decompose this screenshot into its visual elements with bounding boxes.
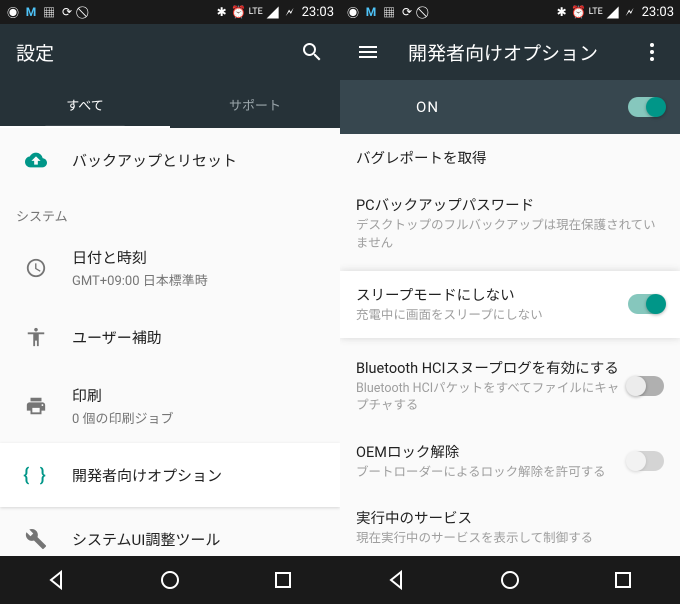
item-developer-options[interactable]: { } 開発者向けオプション — [0, 443, 340, 507]
accessibility-icon — [25, 326, 47, 348]
app-bar: 設定 — [0, 24, 340, 80]
item-sublabel: 現在実行中のサービスを表示して制御する — [356, 530, 664, 548]
signal-icon: ◢ — [606, 5, 620, 19]
item-sublabel: GMT+09:00 日本標準時 — [72, 270, 324, 289]
tabs: すべて サポート — [0, 80, 340, 128]
block-icon: ⃠ — [78, 5, 92, 19]
app-bar: 開発者向けオプション — [340, 24, 680, 80]
item-label: PCバックアップパスワード — [356, 194, 664, 215]
braces-icon: { } — [23, 465, 48, 486]
wrench-icon — [25, 528, 47, 550]
tab-all[interactable]: すべて — [0, 80, 170, 128]
page-title: 設定 — [16, 39, 300, 66]
clock: 23:03 — [642, 5, 674, 20]
item-oem-unlock[interactable]: OEMロック解除ブートローダーによるロック解除を許可する — [340, 428, 680, 495]
bluetooth-icon: ✱ — [555, 5, 569, 19]
item-label: ユーザー補助 — [72, 327, 324, 348]
sync-icon: ⟳ — [60, 5, 74, 19]
back-button[interactable] — [385, 568, 409, 592]
notif-icon: ◉ — [6, 5, 20, 19]
lte-icon: LTE — [249, 5, 263, 19]
photo-icon: ▦ — [42, 5, 56, 19]
item-bug-report[interactable]: バグレポートを取得 — [340, 134, 680, 181]
photo-icon: ▦ — [382, 5, 396, 19]
item-sublabel: デスクトップのフルバックアップは現在保護されていません — [356, 217, 664, 252]
back-button[interactable] — [45, 568, 69, 592]
item-label: システムUI調整ツール — [72, 529, 324, 550]
item-backup-reset[interactable]: バックアップとリセット — [0, 128, 340, 192]
settings-screen: ◉ M ▦ ⟳ ⃠ ✱ ⏰ LTE ◢ 🗲 23:03 設定 すべて サポート … — [0, 0, 340, 604]
cloud-icon — [25, 149, 47, 171]
hamburger-icon — [356, 40, 380, 64]
developer-options-screen: ◉ M ▦ ⟳ ⃠ ✱ ⏰ LTE ◢ 🗲 23:03 開発者向けオプション O… — [340, 0, 680, 604]
developer-list: バグレポートを取得 PCバックアップパスワードデスクトップのフルバックアップは現… — [340, 134, 680, 556]
item-label: 実行中のサービス — [356, 507, 664, 528]
item-sublabel: 充電中に画面をスリープにしない — [356, 307, 628, 325]
item-label: OEMロック解除 — [356, 441, 628, 462]
settings-list: バックアップとリセット システム 日付と時刻 GMT+09:00 日本標準時 ユー… — [0, 128, 340, 556]
item-date-time[interactable]: 日付と時刻 GMT+09:00 日本標準時 — [0, 231, 340, 305]
lte-icon: LTE — [589, 5, 603, 19]
battery-charging-icon: 🗲 — [283, 5, 297, 19]
item-label: 印刷 — [72, 385, 324, 406]
master-toggle-row[interactable]: ON — [340, 80, 680, 134]
status-bar: ◉ M ▦ ⟳ ⃠ ✱ ⏰ LTE ◢ 🗲 23:03 — [340, 0, 680, 24]
block-icon: ⃠ — [418, 5, 432, 19]
signal-icon: ◢ — [266, 5, 280, 19]
home-button[interactable] — [158, 568, 182, 592]
notif-icon-m: M — [364, 5, 378, 19]
item-stay-awake[interactable]: スリープモードにしない充電中に画面をスリープにしない — [340, 271, 680, 338]
item-label: バグレポートを取得 — [356, 147, 664, 168]
nav-bar — [0, 556, 340, 604]
item-sublabel: 0 個の印刷ジョブ — [72, 408, 324, 427]
search-icon[interactable] — [300, 40, 324, 64]
print-icon — [25, 395, 47, 417]
item-system-ui-tuner[interactable]: システムUI調整ツール — [0, 507, 340, 556]
item-running-services[interactable]: 実行中のサービス現在実行中のサービスを表示して制御する — [340, 494, 680, 556]
notif-icon-m: M — [24, 5, 38, 19]
item-label: 日付と時刻 — [72, 247, 324, 268]
item-sublabel: ブートローダーによるロック解除を許可する — [356, 464, 628, 482]
stay-awake-switch[interactable] — [628, 294, 664, 314]
item-sublabel: Bluetooth HCIパケットをすべてファイルにキャプチャする — [356, 380, 628, 415]
tab-support[interactable]: サポート — [170, 80, 340, 128]
item-bluetooth-hci[interactable]: Bluetooth HCIスヌープログを有効にするBluetooth HCIパケ… — [340, 344, 680, 428]
item-printing[interactable]: 印刷 0 個の印刷ジョブ — [0, 369, 340, 443]
item-pc-backup-password[interactable]: PCバックアップパスワードデスクトップのフルバックアップは現在保護されていません — [340, 181, 680, 265]
notif-icon: ◉ — [346, 5, 360, 19]
status-bar: ◉ M ▦ ⟳ ⃠ ✱ ⏰ LTE ◢ 🗲 23:03 — [0, 0, 340, 24]
nav-bar — [340, 556, 680, 604]
overflow-button[interactable] — [640, 40, 664, 64]
battery-charging-icon: 🗲 — [623, 5, 637, 19]
menu-button[interactable] — [356, 40, 380, 64]
sync-icon: ⟳ — [400, 5, 414, 19]
toggle-label: ON — [416, 98, 628, 116]
item-accessibility[interactable]: ユーザー補助 — [0, 305, 340, 369]
oem-switch[interactable] — [628, 451, 664, 471]
master-switch[interactable] — [628, 97, 664, 117]
item-label: スリープモードにしない — [356, 284, 628, 305]
clock: 23:03 — [302, 5, 334, 20]
alarm-icon: ⏰ — [232, 5, 246, 19]
clock-icon — [25, 257, 47, 279]
alarm-icon: ⏰ — [572, 5, 586, 19]
page-title: 開発者向けオプション — [408, 39, 640, 66]
item-label: Bluetooth HCIスヌープログを有効にする — [356, 357, 628, 378]
recent-button[interactable] — [271, 568, 295, 592]
item-label: 開発者向けオプション — [72, 465, 324, 486]
item-label: バックアップとリセット — [72, 150, 324, 171]
bt-hci-switch[interactable] — [628, 376, 664, 396]
section-system: システム — [0, 192, 340, 231]
recent-button[interactable] — [611, 568, 635, 592]
home-button[interactable] — [498, 568, 522, 592]
bluetooth-icon: ✱ — [215, 5, 229, 19]
